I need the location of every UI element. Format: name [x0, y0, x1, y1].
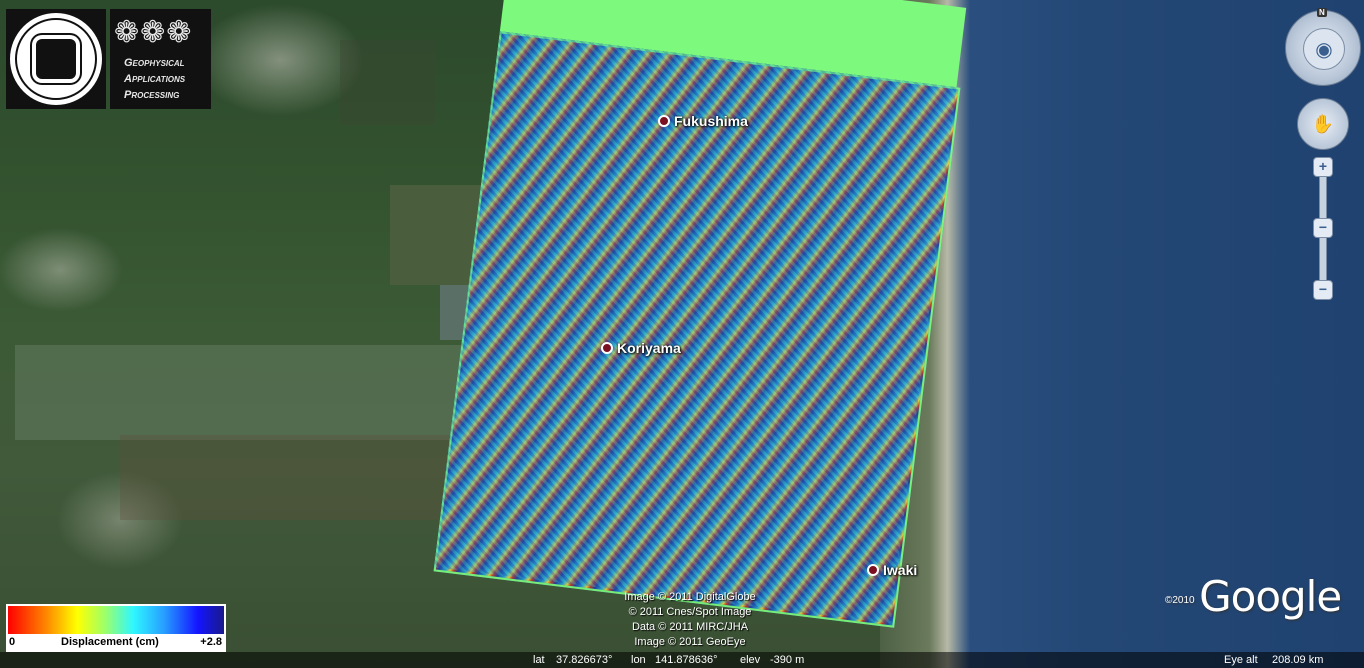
lat-label: lat: [533, 654, 545, 666]
terrain-tile: [15, 345, 475, 440]
placemark-label: Koriyama: [617, 340, 681, 356]
lat-value: 37.826673°: [556, 654, 613, 666]
terrain-tile: [340, 40, 435, 125]
imagery-credits: Image © 2011 DigitalGlobe © 2011 Cnes/Sp…: [600, 590, 780, 650]
interferogram-overlay: [433, 0, 1006, 628]
gap-logo: ❁❁❁ Geophysical Applications Processing: [110, 9, 211, 109]
eye-alt-value: 208.09 km: [1272, 654, 1324, 666]
gap-mark: ❁❁❁: [114, 15, 193, 50]
seal-icon: [10, 13, 102, 105]
color-scale: [8, 606, 224, 634]
legend-max: +2.8: [200, 636, 222, 648]
lon-label: lon: [631, 654, 646, 666]
seal-ring: [15, 18, 97, 100]
elev-value: -390 m: [770, 654, 805, 666]
credit-line: © 2011 Cnes/Spot Image: [628, 606, 752, 618]
look-control[interactable]: N ◉: [1285, 8, 1361, 86]
eye-alt-label: Eye alt: [1224, 654, 1258, 666]
zoom-in-button[interactable]: +: [1313, 157, 1333, 177]
zoom-out-button[interactable]: −: [1313, 280, 1333, 300]
displacement-legend: 0 Displacement (cm) +2.8: [6, 604, 226, 652]
google-logo: ©2010 Google: [1165, 572, 1342, 621]
eye-icon[interactable]: ◉: [1303, 28, 1345, 70]
placemark-icon: [601, 342, 613, 354]
legend-min: 0: [9, 636, 16, 648]
legend-title: Displacement (cm): [61, 636, 159, 648]
placemark-icon: [658, 115, 670, 127]
placemark-koriyama[interactable]: Koriyama: [601, 340, 681, 356]
lon-value: 141.878636°: [655, 654, 718, 666]
google-wordmark: Google: [1199, 572, 1342, 621]
credit-line: Image © 2011 DigitalGlobe: [624, 591, 756, 603]
placemark-icon: [867, 564, 879, 576]
google-copyright: ©2010: [1165, 595, 1195, 606]
placemark-iwaki[interactable]: Iwaki: [867, 562, 917, 578]
placemark-label: Fukushima: [674, 113, 748, 129]
terrain-tile: [120, 435, 470, 520]
elev-label: elev: [740, 654, 761, 666]
gap-line: Applications: [124, 73, 186, 85]
hand-icon: ✋: [1311, 113, 1335, 134]
gap-line: Processing: [124, 89, 180, 101]
status-bar: lat 37.826673° lon 141.878636° elev -390…: [0, 652, 1364, 668]
zoom-handle[interactable]: −: [1313, 218, 1333, 238]
placemark-label: Iwaki: [883, 562, 918, 578]
politecnico-logo: [6, 9, 106, 109]
gap-text: Geophysical Applications Processing: [124, 55, 185, 103]
credit-line: Data © 2011 MIRC/JHA: [631, 621, 749, 633]
placemark-fukushima[interactable]: Fukushima: [658, 113, 748, 129]
gap-line: Geophysical: [124, 57, 185, 69]
gear-icon: [36, 39, 76, 79]
north-indicator[interactable]: N: [1317, 8, 1327, 17]
pan-control[interactable]: ✋: [1297, 98, 1349, 150]
credit-line: Image © 2011 GeoEye: [634, 636, 746, 648]
